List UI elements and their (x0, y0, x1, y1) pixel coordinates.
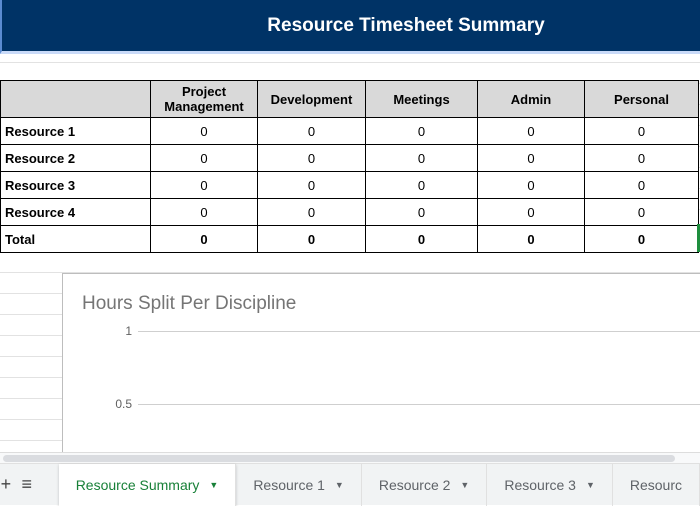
value-cell[interactable]: 0 (257, 225, 366, 253)
value-cell[interactable]: 0 (257, 198, 366, 226)
value-cell[interactable]: 0 (150, 198, 258, 226)
sheet-tab-label: Resourc (629, 476, 682, 493)
value-cell[interactable]: 0 (584, 198, 699, 226)
row-label[interactable]: Resource 4 (0, 198, 151, 226)
gridline (138, 331, 700, 332)
corner-cell[interactable] (0, 80, 151, 118)
value-cell[interactable]: 0 (584, 225, 699, 253)
horizontal-scrollbar[interactable] (0, 452, 700, 463)
chart-title: Hours Split Per Discipline (82, 293, 297, 314)
value-cell[interactable]: 0 (257, 117, 366, 145)
value-cell[interactable]: 0 (257, 144, 366, 172)
value-cell[interactable]: 0 (477, 117, 585, 145)
sheet-title-banner[interactable]: Resource Timesheet Summary (0, 0, 700, 54)
y-tick-label: 1 (125, 324, 132, 338)
value-cell[interactable]: 0 (150, 171, 258, 199)
gridline (138, 404, 700, 405)
sheet-tab[interactable]: Resourc (613, 463, 700, 506)
table-row: Resource 200000 (0, 144, 699, 172)
sheet-tab-label: Resource 1 (253, 476, 325, 493)
value-cell[interactable]: 0 (477, 225, 585, 253)
value-cell[interactable]: 0 (365, 144, 478, 172)
page-title: Resource Timesheet Summary (267, 14, 545, 36)
sheet-tabs-bar: + ≡ Resource Summary ▼ Resource 1 ▼ Resource… (0, 463, 700, 506)
add-sheet-icon[interactable]: + (0, 474, 12, 495)
value-cell[interactable]: 0 (477, 171, 585, 199)
value-cell[interactable]: 0 (365, 198, 478, 226)
col-header[interactable]: Personal (584, 80, 699, 118)
table-row: Total 0 0 0 0 0 (0, 225, 699, 253)
sheet-tab-label: Resource 3 (504, 476, 576, 493)
col-header[interactable]: Meetings (365, 80, 478, 118)
scrollbar-thumb[interactable] (3, 455, 675, 462)
chart[interactable]: Hours Split Per Discipline 1 0.5 (62, 273, 700, 453)
value-cell[interactable]: 0 (584, 117, 699, 145)
table-row: Resource 300000 (0, 171, 699, 199)
col-header[interactable]: Admin (477, 80, 585, 118)
value-cell[interactable]: 0 (365, 117, 478, 145)
value-cell[interactable]: 0 (150, 144, 258, 172)
dropdown-arrow-icon[interactable]: ▼ (209, 480, 218, 490)
sheet-tab[interactable]: Resource Summary ▼ (58, 463, 237, 506)
sheet-tab[interactable]: Resource 1 ▼ (236, 463, 362, 506)
row-label[interactable]: Total (0, 225, 151, 253)
value-cell[interactable]: 0 (477, 144, 585, 172)
sheet-tab-label: Resource 2 (378, 476, 451, 493)
value-cell[interactable]: 0 (365, 225, 478, 253)
value-cell[interactable]: 0 (584, 171, 699, 199)
value-cell[interactable]: 0 (365, 171, 478, 199)
y-tick-label: 0.5 (115, 397, 132, 411)
col-header[interactable]: Project Management (150, 80, 258, 118)
col-header[interactable]: Development (257, 80, 366, 118)
row-label[interactable]: Resource 2 (0, 144, 151, 172)
summary-table[interactable]: Project Management Development Meetings … (0, 80, 699, 253)
all-sheets-menu-icon[interactable]: ≡ (21, 474, 33, 495)
sheet-tab[interactable]: Resource 3 ▼ (487, 463, 613, 506)
row-label[interactable]: Resource 3 (0, 171, 151, 199)
sheet-tab-label: Resource Summary (75, 476, 200, 493)
table-row: Resource 100000 (0, 117, 699, 145)
row-label[interactable]: Resource 1 (0, 117, 151, 145)
value-cell[interactable]: 0 (477, 198, 585, 226)
table-row: Resource 400000 (0, 198, 699, 226)
dropdown-arrow-icon[interactable]: ▼ (460, 480, 469, 490)
sheet-tab[interactable]: Resource 2 ▼ (362, 463, 488, 506)
value-cell[interactable]: 0 (150, 225, 258, 253)
value-cell[interactable]: 0 (150, 117, 258, 145)
value-cell[interactable]: 0 (257, 171, 366, 199)
dropdown-arrow-icon[interactable]: ▼ (586, 480, 595, 490)
dropdown-arrow-icon[interactable]: ▼ (335, 480, 344, 490)
value-cell[interactable]: 0 (584, 144, 699, 172)
